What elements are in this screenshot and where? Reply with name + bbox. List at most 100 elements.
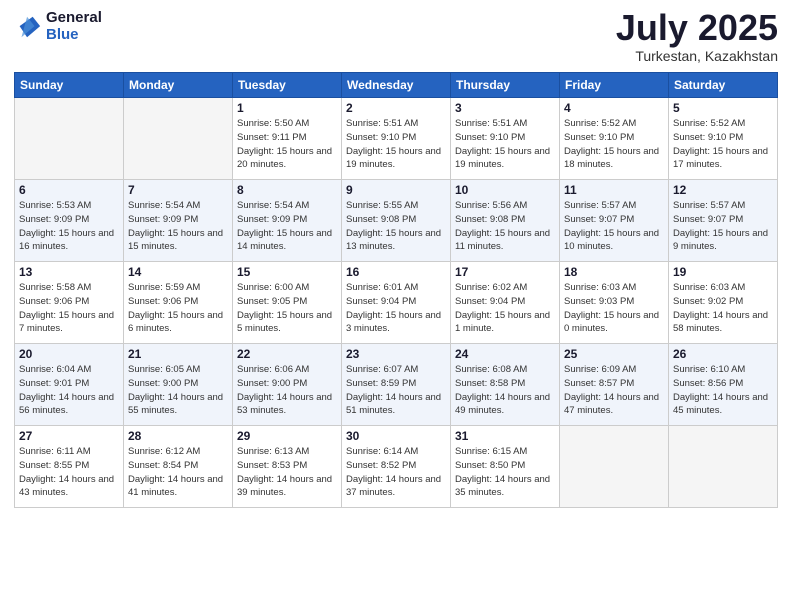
title-block: July 2025 Turkestan, Kazakhstan (616, 10, 778, 64)
logo-blue: Blue (46, 27, 102, 44)
day-number: 3 (455, 101, 555, 115)
calendar-cell (124, 98, 233, 180)
calendar-cell: 26 Sunrise: 6:10 AMSunset: 8:56 PMDayligh… (669, 344, 778, 426)
calendar-cell: 24 Sunrise: 6:08 AMSunset: 8:58 PMDayligh… (451, 344, 560, 426)
day-info: Sunrise: 6:03 AMSunset: 9:02 PMDaylight:… (673, 281, 773, 336)
logo-icon (14, 13, 42, 41)
calendar-cell: 22 Sunrise: 6:06 AMSunset: 9:00 PMDayligh… (233, 344, 342, 426)
day-info: Sunrise: 6:02 AMSunset: 9:04 PMDaylight:… (455, 281, 555, 336)
calendar-cell: 9Sunrise: 5:55 AMSunset: 9:08 PMDaylight… (342, 180, 451, 262)
calendar-cell: 5 Sunrise: 5:52 AMSunset: 9:10 PMDaylight… (669, 98, 778, 180)
day-number: 12 (673, 183, 773, 197)
calendar-week-row: 27 Sunrise: 6:11 AMSunset: 8:55 PMDayligh… (15, 426, 778, 508)
day-info: Sunrise: 6:01 AMSunset: 9:04 PMDaylight:… (346, 281, 446, 336)
day-info: Sunrise: 6:07 AMSunset: 8:59 PMDaylight:… (346, 363, 446, 418)
day-header-wednesday: Wednesday (342, 73, 451, 98)
day-info: Sunrise: 6:05 AMSunset: 9:00 PMDaylight:… (128, 363, 228, 418)
calendar-cell: 27 Sunrise: 6:11 AMSunset: 8:55 PMDayligh… (15, 426, 124, 508)
day-info: Sunrise: 5:57 AMSunset: 9:07 PMDaylight:… (673, 199, 773, 254)
day-info: Sunrise: 6:11 AMSunset: 8:55 PMDaylight:… (19, 445, 119, 500)
day-number: 19 (673, 265, 773, 279)
day-info: Sunrise: 5:54 AMSunset: 9:09 PMDaylight:… (237, 199, 337, 254)
calendar-cell: 4 Sunrise: 5:52 AMSunset: 9:10 PMDaylight… (560, 98, 669, 180)
calendar-cell: 17Sunrise: 6:02 AMSunset: 9:04 PMDayligh… (451, 262, 560, 344)
day-number: 8 (237, 183, 337, 197)
day-number: 2 (346, 101, 446, 115)
calendar-cell (560, 426, 669, 508)
day-number: 18 (564, 265, 664, 279)
day-info: Sunrise: 5:55 AMSunset: 9:08 PMDaylight:… (346, 199, 446, 254)
calendar-cell: 10 Sunrise: 5:56 AMSunset: 9:08 PMDayligh… (451, 180, 560, 262)
day-number: 10 (455, 183, 555, 197)
calendar-cell: 3 Sunrise: 5:51 AMSunset: 9:10 PMDaylight… (451, 98, 560, 180)
calendar-header-row: SundayMondayTuesdayWednesdayThursdayFrid… (15, 73, 778, 98)
calendar-cell: 19 Sunrise: 6:03 AMSunset: 9:02 PMDayligh… (669, 262, 778, 344)
day-info: Sunrise: 6:09 AMSunset: 8:57 PMDaylight:… (564, 363, 664, 418)
day-number: 6 (19, 183, 119, 197)
location-subtitle: Turkestan, Kazakhstan (616, 48, 778, 64)
day-info: Sunrise: 6:03 AMSunset: 9:03 PMDaylight:… (564, 281, 664, 336)
day-info: Sunrise: 6:06 AMSunset: 9:00 PMDaylight:… (237, 363, 337, 418)
day-info: Sunrise: 5:56 AMSunset: 9:08 PMDaylight:… (455, 199, 555, 254)
logo-general: General (46, 10, 102, 27)
calendar-cell: 15Sunrise: 6:00 AMSunset: 9:05 PMDayligh… (233, 262, 342, 344)
day-number: 16 (346, 265, 446, 279)
calendar-cell: 1 Sunrise: 5:50 AMSunset: 9:11 PMDaylight… (233, 98, 342, 180)
day-header-friday: Friday (560, 73, 669, 98)
calendar-cell: 6Sunrise: 5:53 AMSunset: 9:09 PMDaylight… (15, 180, 124, 262)
day-info: Sunrise: 6:08 AMSunset: 8:58 PMDaylight:… (455, 363, 555, 418)
day-info: Sunrise: 6:00 AMSunset: 9:05 PMDaylight:… (237, 281, 337, 336)
day-number: 29 (237, 429, 337, 443)
day-number: 28 (128, 429, 228, 443)
day-number: 7 (128, 183, 228, 197)
calendar-cell: 8 Sunrise: 5:54 AMSunset: 9:09 PMDaylight… (233, 180, 342, 262)
day-number: 11 (564, 183, 664, 197)
day-info: Sunrise: 6:15 AMSunset: 8:50 PMDaylight:… (455, 445, 555, 500)
day-info: Sunrise: 5:50 AMSunset: 9:11 PMDaylight:… (237, 117, 337, 172)
day-header-tuesday: Tuesday (233, 73, 342, 98)
page: General Blue July 2025 Turkestan, Kazakh… (0, 0, 792, 612)
calendar-cell: 20 Sunrise: 6:04 AMSunset: 9:01 PMDayligh… (15, 344, 124, 426)
day-number: 22 (237, 347, 337, 361)
logo: General Blue (14, 10, 102, 43)
day-number: 1 (237, 101, 337, 115)
day-info: Sunrise: 5:52 AMSunset: 9:10 PMDaylight:… (673, 117, 773, 172)
header: General Blue July 2025 Turkestan, Kazakh… (14, 10, 778, 64)
day-number: 13 (19, 265, 119, 279)
day-info: Sunrise: 6:10 AMSunset: 8:56 PMDaylight:… (673, 363, 773, 418)
day-info: Sunrise: 5:51 AMSunset: 9:10 PMDaylight:… (455, 117, 555, 172)
calendar-cell (669, 426, 778, 508)
calendar-week-row: 1 Sunrise: 5:50 AMSunset: 9:11 PMDaylight… (15, 98, 778, 180)
calendar-cell: 7 Sunrise: 5:54 AMSunset: 9:09 PMDaylight… (124, 180, 233, 262)
day-info: Sunrise: 5:54 AMSunset: 9:09 PMDaylight:… (128, 199, 228, 254)
day-number: 21 (128, 347, 228, 361)
calendar-cell: 25 Sunrise: 6:09 AMSunset: 8:57 PMDayligh… (560, 344, 669, 426)
day-info: Sunrise: 5:58 AMSunset: 9:06 PMDaylight:… (19, 281, 119, 336)
day-number: 5 (673, 101, 773, 115)
calendar-week-row: 6Sunrise: 5:53 AMSunset: 9:09 PMDaylight… (15, 180, 778, 262)
day-number: 26 (673, 347, 773, 361)
day-number: 31 (455, 429, 555, 443)
day-header-monday: Monday (124, 73, 233, 98)
day-number: 25 (564, 347, 664, 361)
day-header-sunday: Sunday (15, 73, 124, 98)
calendar-cell: 30Sunrise: 6:14 AMSunset: 8:52 PMDayligh… (342, 426, 451, 508)
day-number: 4 (564, 101, 664, 115)
calendar-cell (15, 98, 124, 180)
month-title: July 2025 (616, 10, 778, 46)
day-info: Sunrise: 6:14 AMSunset: 8:52 PMDaylight:… (346, 445, 446, 500)
calendar-table: SundayMondayTuesdayWednesdayThursdayFrid… (14, 72, 778, 508)
day-info: Sunrise: 5:52 AMSunset: 9:10 PMDaylight:… (564, 117, 664, 172)
day-info: Sunrise: 6:13 AMSunset: 8:53 PMDaylight:… (237, 445, 337, 500)
logo-text: General Blue (46, 10, 102, 43)
calendar-cell: 28Sunrise: 6:12 AMSunset: 8:54 PMDayligh… (124, 426, 233, 508)
day-number: 24 (455, 347, 555, 361)
day-number: 27 (19, 429, 119, 443)
calendar-week-row: 20 Sunrise: 6:04 AMSunset: 9:01 PMDayligh… (15, 344, 778, 426)
calendar-cell: 2Sunrise: 5:51 AMSunset: 9:10 PMDaylight… (342, 98, 451, 180)
day-info: Sunrise: 6:04 AMSunset: 9:01 PMDaylight:… (19, 363, 119, 418)
day-info: Sunrise: 5:59 AMSunset: 9:06 PMDaylight:… (128, 281, 228, 336)
day-header-thursday: Thursday (451, 73, 560, 98)
day-number: 20 (19, 347, 119, 361)
calendar-cell: 11Sunrise: 5:57 AMSunset: 9:07 PMDayligh… (560, 180, 669, 262)
